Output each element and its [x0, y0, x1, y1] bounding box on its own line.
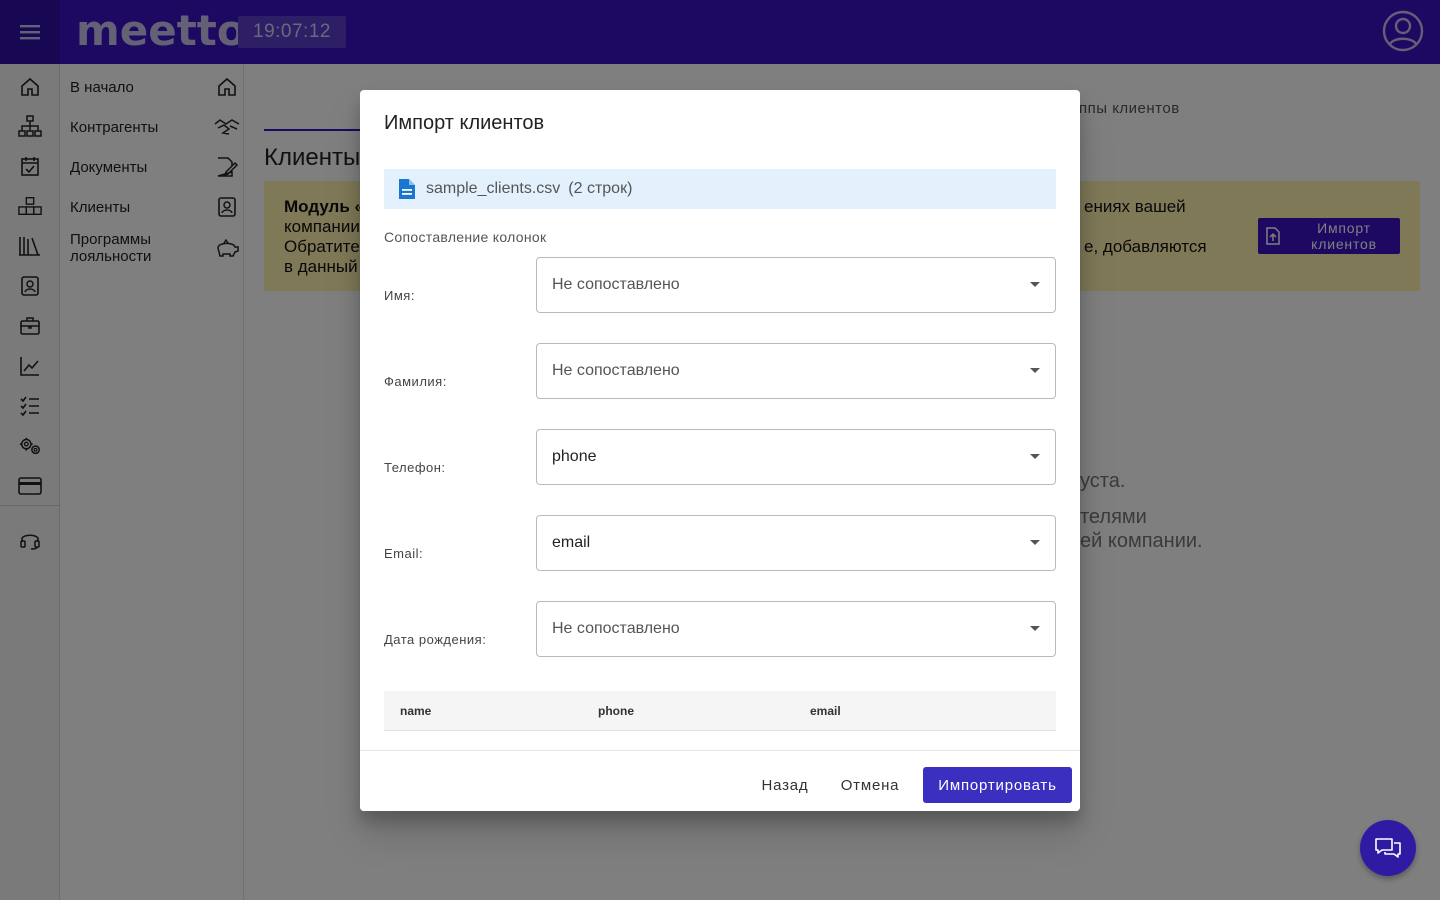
field-label-email: Email:: [384, 546, 424, 561]
selected-file-bar: sample_clients.csv (2 строк): [384, 169, 1056, 209]
dropdown-arrow-icon: [1015, 626, 1055, 632]
chat-bubbles-icon: [1375, 838, 1401, 858]
last-name-select[interactable]: Не сопоставлено: [536, 343, 1056, 399]
birth-date-select[interactable]: Не сопоставлено: [536, 601, 1056, 657]
field-label-first-name: Имя:: [384, 288, 415, 303]
field-label-birth-date: Дата рождения:: [384, 632, 487, 647]
select-value: Не сопоставлено: [552, 276, 680, 293]
select-value: phone: [552, 448, 597, 465]
import-button[interactable]: Импортировать: [923, 767, 1072, 803]
select-value: email: [552, 534, 591, 551]
dialog-footer: Назад Отмена Импортировать: [360, 750, 1080, 811]
select-value: Не сопоставлено: [552, 620, 680, 637]
preview-table-header: name phone email: [384, 691, 1056, 731]
file-row-count: (2 строк): [568, 180, 633, 197]
chat-button[interactable]: [1360, 820, 1416, 876]
dropdown-arrow-icon: [1015, 282, 1055, 288]
cancel-button[interactable]: Отмена: [832, 767, 908, 803]
file-name: sample_clients.csv: [426, 180, 561, 197]
document-icon: [399, 179, 415, 199]
select-value: Не сопоставлено: [552, 362, 680, 379]
field-label-phone: Телефон:: [384, 460, 446, 475]
dropdown-arrow-icon: [1015, 368, 1055, 374]
back-button[interactable]: Назад: [750, 767, 820, 803]
phone-select[interactable]: phone: [536, 429, 1056, 485]
dialog-title: Импорт клиентов: [384, 112, 545, 134]
column-header: name: [400, 704, 432, 718]
import-clients-dialog: Импорт клиентов sample_clients.csv (2 ст…: [360, 90, 1080, 811]
email-select[interactable]: email: [536, 515, 1056, 571]
field-label-last-name: Фамилия:: [384, 374, 447, 389]
dropdown-arrow-icon: [1015, 540, 1055, 546]
dropdown-arrow-icon: [1015, 454, 1055, 460]
first-name-select[interactable]: Не сопоставлено: [536, 257, 1056, 313]
preview-table: name phone email: [384, 691, 1056, 751]
mapping-section-label: Сопоставление колонок: [384, 229, 547, 245]
column-header: email: [810, 704, 841, 718]
column-header: phone: [598, 704, 634, 718]
